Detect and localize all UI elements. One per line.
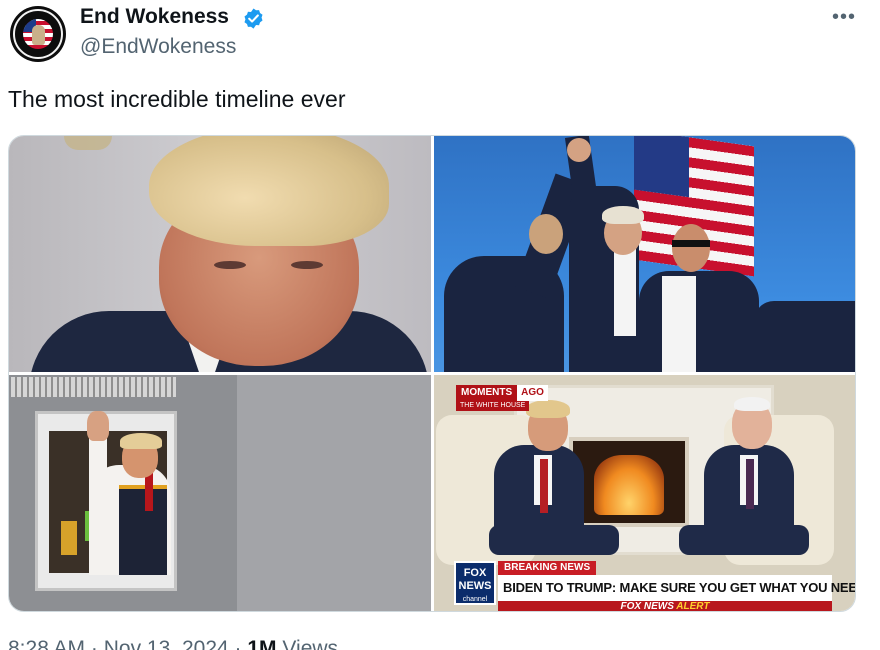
agent-far-figure	[754, 301, 855, 372]
breaking-news-label: BREAKING NEWS	[498, 561, 597, 575]
alert-word: ALERT	[676, 601, 710, 612]
avatar-face	[32, 25, 45, 45]
seal-mark	[64, 136, 112, 150]
verified-badge-icon	[244, 8, 263, 29]
tweet-header: End Wokeness @EndWokeness •••	[10, 4, 870, 62]
oval-office-photo[interactable]: MOMENTS AGO THE WHITE HOUSE FOX NEWS cha…	[434, 375, 855, 612]
alert-brand: FOX NEWS	[620, 601, 674, 612]
hair	[120, 433, 162, 449]
hair-shape	[149, 136, 389, 246]
fox-news-alert-bar: FOX NEWS ALERT	[498, 601, 832, 612]
drive-thru-photo[interactable]	[9, 375, 431, 611]
more-options-icon[interactable]: •••	[832, 7, 856, 27]
views-count: 1M	[247, 637, 277, 650]
fire-flames	[594, 455, 664, 515]
apron	[119, 485, 167, 575]
tweet-text: The most incredible timeline ever	[8, 86, 346, 112]
display-name[interactable]: End Wokeness	[80, 4, 229, 30]
biden-hair	[734, 397, 770, 411]
media-grid: MOMENTS AGO THE WHITE HOUSE FOX NEWS cha…	[8, 135, 856, 612]
speaker-shirt	[614, 246, 636, 336]
sunglasses	[672, 240, 710, 247]
biden-tie	[746, 459, 754, 509]
source-label: THE WHITE HOUSE	[456, 401, 530, 411]
post-date[interactable]: Nov 13, 2024	[104, 637, 229, 650]
eye-right	[291, 261, 323, 269]
post-time[interactable]: 8:28 AM	[8, 637, 85, 650]
meta-separator-2: ·	[234, 637, 242, 650]
trump-tie	[540, 459, 548, 513]
agent-right-head	[672, 224, 710, 272]
avatar-flag-badge-icon	[23, 19, 53, 49]
tweet-meta: 8:28 AM · Nov 13, 2024 · 1M Views	[8, 636, 338, 650]
ago-label: AGO	[517, 385, 548, 401]
logo-channel: channel	[462, 596, 488, 603]
rally-photo[interactable]	[434, 136, 855, 372]
waving-hand	[87, 411, 109, 441]
agent-right-figure	[639, 271, 759, 372]
avatar[interactable]	[10, 6, 66, 62]
agent-right-shirt	[662, 276, 696, 372]
mugshot-photo[interactable]	[9, 136, 431, 372]
raised-fist	[567, 138, 591, 162]
news-ticker: FOX NEWS channel BREAKING NEWS BIDEN TO …	[434, 549, 855, 612]
trump-hair	[526, 400, 570, 418]
logo-fox: FOX	[463, 567, 487, 579]
meta-separator: ·	[90, 637, 98, 650]
handle[interactable]: @EndWokeness	[80, 34, 236, 60]
fox-news-logo: FOX NEWS channel	[454, 561, 496, 605]
wall-panel	[237, 375, 431, 611]
poster-yellow	[61, 521, 77, 555]
agent-head	[529, 214, 563, 254]
views-label: Views	[282, 637, 339, 650]
ticker-headline: BIDEN TO TRUMP: MAKE SURE YOU GET WHAT Y…	[498, 575, 855, 601]
speaker-hair	[602, 206, 644, 224]
waving-arm	[89, 437, 107, 497]
logo-news: NEWS	[458, 580, 492, 592]
moments-ago-badge: MOMENTS AGO	[456, 385, 548, 401]
moments-label: MOMENTS	[456, 385, 518, 401]
vent	[11, 377, 176, 397]
red-tie	[145, 473, 153, 511]
eye-left	[214, 261, 246, 269]
